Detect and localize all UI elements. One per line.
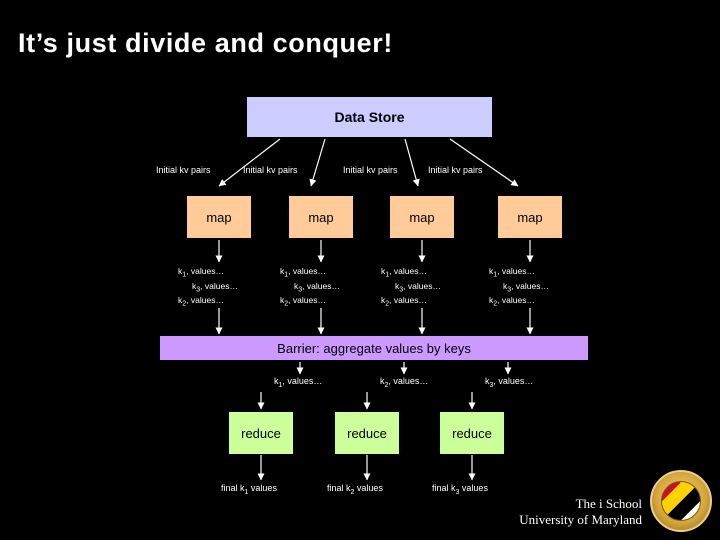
input-label-2: Initial kv pairs xyxy=(243,165,298,175)
map-output-2: k1, values… k3, values… k2, values… xyxy=(280,266,340,309)
input-label-3: Initial kv pairs xyxy=(343,165,398,175)
footer-line-1: The i School xyxy=(575,496,642,511)
aggregated-key-2: k2, values… xyxy=(380,376,429,389)
final-output-2: final k2 values xyxy=(327,483,383,496)
footer-affiliation: The i School University of Maryland xyxy=(519,496,642,528)
footer-line-2: University of Maryland xyxy=(519,512,642,527)
final-output-1: final k1 values xyxy=(221,483,277,496)
aggregated-key-3: k3, values… xyxy=(485,376,534,389)
university-seal-icon xyxy=(650,470,712,532)
map-box-1: map xyxy=(187,196,251,238)
aggregated-key-1: k1, values… xyxy=(274,376,323,389)
input-label-4: Initial kv pairs xyxy=(428,165,483,175)
reduce-box-2: reduce xyxy=(335,412,399,454)
map-output-4: k1, values… k3, values… k2, values… xyxy=(489,266,549,309)
map-output-1: k1, values… k3, values… k2, values… xyxy=(178,266,238,309)
slide-canvas: It’s just divide and conquer! Data Store… xyxy=(0,0,720,540)
map-box-2: map xyxy=(289,196,353,238)
reduce-box-3: reduce xyxy=(440,412,504,454)
final-output-3: final k3 values xyxy=(432,483,488,496)
page-title: It’s just divide and conquer! xyxy=(18,28,393,58)
arrow-layer xyxy=(215,138,534,481)
map-box-4: map xyxy=(498,196,562,238)
seal-shield xyxy=(661,481,701,521)
map-output-3: k1, values… k3, values… k2, values… xyxy=(381,266,441,309)
data-store-box: Data Store xyxy=(247,97,492,137)
map-box-3: map xyxy=(390,196,454,238)
input-label-1: Initial kv pairs xyxy=(156,165,211,175)
barrier-box: Barrier: aggregate values by keys xyxy=(160,336,588,360)
reduce-box-1: reduce xyxy=(229,412,293,454)
